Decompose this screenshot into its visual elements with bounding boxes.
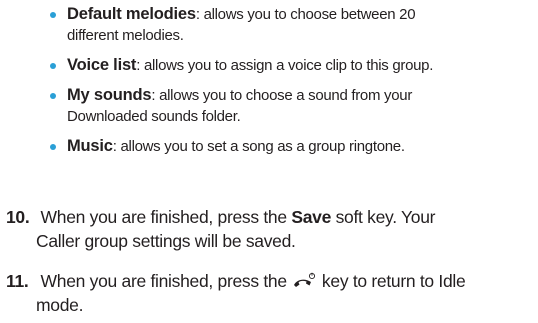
option-description: : allows you to set a song as a group ri… xyxy=(112,138,405,155)
option-description-cont: different melodies. xyxy=(67,27,184,44)
step-number: 11. xyxy=(6,271,29,291)
list-item-voice-list: Voice list: allows you to assign a voice… xyxy=(48,55,528,76)
list-item-music: Music: allows you to set a song as a gro… xyxy=(48,136,528,157)
option-term: Music xyxy=(67,137,113,155)
option-description: : allows you to choose a sound from your xyxy=(151,87,413,104)
step-text: When you are finished, press the xyxy=(36,271,292,291)
list-item-default-melodies: Default melodies: allows you to choose b… xyxy=(48,4,528,46)
step-number: 10. xyxy=(6,207,30,227)
bullet-icon xyxy=(50,93,56,99)
bullet-icon xyxy=(50,12,56,18)
step-11: 11. When you are finished, press the key… xyxy=(6,269,532,317)
option-description: : allows you to assign a voice clip to t… xyxy=(136,57,434,74)
step-text-cont: mode. xyxy=(36,295,84,315)
option-description: : allows you to choose between 20 xyxy=(195,6,416,23)
step-text-after: soft key. Your xyxy=(331,207,436,227)
option-term: Voice list xyxy=(67,56,137,74)
option-description-cont: Downloaded sounds folder. xyxy=(67,108,241,125)
manual-page: Default melodies: allows you to choose b… xyxy=(0,0,538,323)
option-term: Default melodies xyxy=(67,5,196,23)
bullet-icon xyxy=(50,144,56,150)
step-text-after: key to return to Idle xyxy=(317,271,466,291)
end-power-key-icon xyxy=(292,272,316,290)
step-text-cont: Caller group settings will be saved. xyxy=(36,231,296,251)
step-text: When you are finished, press the xyxy=(36,207,292,227)
step-10: 10. When you are finished, press the Sav… xyxy=(6,205,532,253)
list-item-my-sounds: My sounds: allows you to choose a sound … xyxy=(48,85,528,127)
save-key-label: Save xyxy=(291,207,332,227)
option-term: My sounds xyxy=(67,86,152,104)
ringtone-option-list: Default melodies: allows you to choose b… xyxy=(48,4,528,166)
bullet-icon xyxy=(50,63,56,69)
